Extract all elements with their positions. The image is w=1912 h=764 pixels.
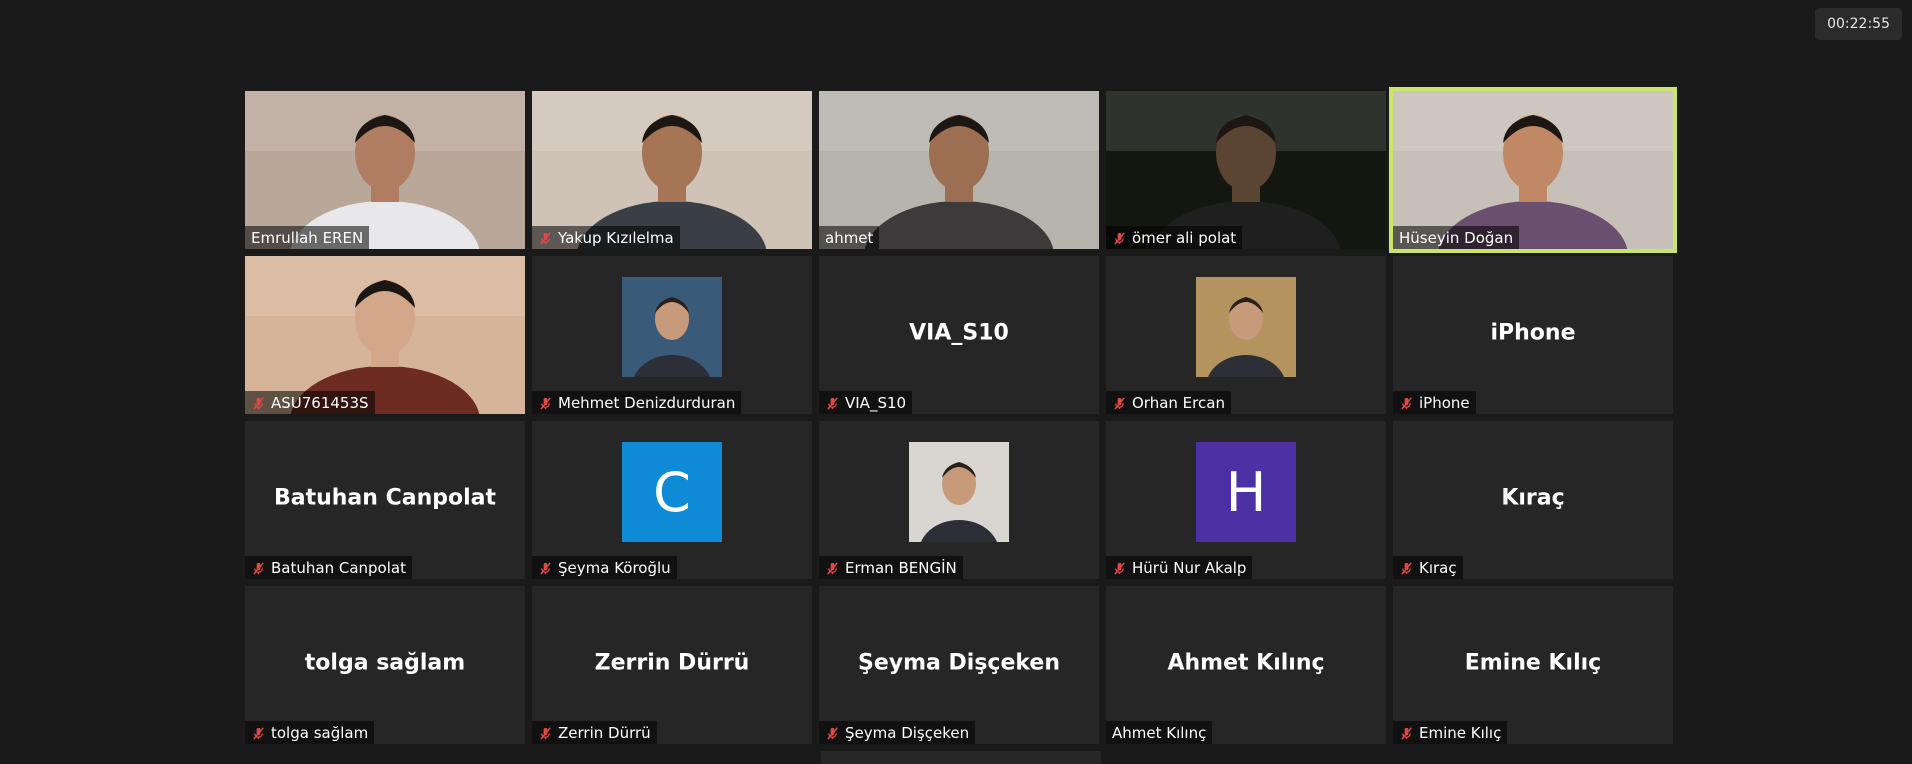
participant-name: Mehmet Denizdurduran <box>558 394 736 412</box>
participant-name: Kıraç <box>1419 559 1457 577</box>
muted-mic-icon <box>253 396 264 410</box>
participant-name: ASU761453S <box>271 394 369 412</box>
participant-name: Yakup Kızılelma <box>558 229 674 247</box>
participant-name: ahmet <box>825 229 874 247</box>
participant-display-name: Batuhan Canpolat <box>273 485 497 511</box>
participant-tile[interactable]: VIA_S10 VIA_S10 <box>819 256 1099 414</box>
participant-name: Batuhan Canpolat <box>271 559 406 577</box>
muted-mic-icon <box>827 561 838 575</box>
participant-name-plate: ASU761453S <box>245 391 375 414</box>
participant-tile[interactable]: Mehmet Denizdurduran <box>532 256 812 414</box>
participant-tile[interactable]: Emine Kılıç Emine Kılıç <box>1393 586 1673 744</box>
participant-name: iPhone <box>1419 394 1470 412</box>
muted-mic-icon <box>540 726 551 740</box>
participant-gallery: Emrullah EREN Yakup Kızılelma ahmet ömer al… <box>245 87 1677 744</box>
muted-mic-icon <box>1401 396 1412 410</box>
muted-mic-icon <box>253 561 264 575</box>
participant-name: VIA_S10 <box>845 394 907 412</box>
participant-name-plate: Erman BENGİN <box>819 556 963 579</box>
participant-name-plate: Batuhan Canpolat <box>245 556 412 579</box>
next-row-tile-peek <box>821 751 1101 764</box>
participant-name: Şeyma Köroğlu <box>558 559 671 577</box>
muted-mic-icon <box>540 231 551 245</box>
participant-name-plate: Emine Kılıç <box>1393 721 1508 744</box>
participant-tile[interactable]: tolga sağlam tolga sağlam <box>245 586 525 744</box>
participant-name: Hüseyin Doğan <box>1399 229 1514 247</box>
muted-mic-icon <box>1114 231 1125 245</box>
participant-name-plate: Şeyma Köroğlu <box>532 556 677 579</box>
participant-tile[interactable]: Şeyma Dişçeken Şeyma Dişçeken <box>819 586 1099 744</box>
participant-name-plate: Mehmet Denizdurduran <box>532 391 742 414</box>
avatar-initial: H <box>1196 442 1296 542</box>
participant-tile[interactable]: ahmet <box>819 91 1099 249</box>
participant-name: Zerrin Dürrü <box>558 724 651 742</box>
participant-name: Ahmet Kılınç <box>1112 724 1207 742</box>
participant-tile[interactable]: Ahmet Kılınç Ahmet Kılınç <box>1106 586 1386 744</box>
muted-mic-icon <box>827 726 838 740</box>
profile-picture <box>1196 277 1296 377</box>
meeting-timer: 00:22:55 <box>1815 8 1902 40</box>
avatar-initial: C <box>622 442 722 542</box>
participant-name: ömer ali polat <box>1132 229 1237 247</box>
profile-picture <box>909 442 1009 542</box>
muted-mic-icon <box>1401 561 1412 575</box>
participant-display-name: Şeyma Dişçeken <box>857 650 1061 676</box>
participant-name-plate: Kıraç <box>1393 556 1463 579</box>
muted-mic-icon <box>253 726 264 740</box>
participant-name-plate: Hüseyin Doğan <box>1393 226 1520 249</box>
participant-tile[interactable]: ASU761453S <box>245 256 525 414</box>
participant-display-name: Ahmet Kılınç <box>1167 650 1325 676</box>
participant-name: tolga sağlam <box>271 724 369 742</box>
participant-name-plate: Şeyma Dişçeken <box>819 721 976 744</box>
participant-name-plate: Zerrin Dürrü <box>532 721 657 744</box>
muted-mic-icon <box>540 561 551 575</box>
participant-tile[interactable]: H Hürü Nur Akalp <box>1106 421 1386 579</box>
participant-tile[interactable]: Yakup Kızılelma <box>532 91 812 249</box>
participant-tile[interactable]: Emrullah EREN <box>245 91 525 249</box>
participant-name-plate: Orhan Ercan <box>1106 391 1231 414</box>
participant-display-name: iPhone <box>1490 320 1576 346</box>
participant-name-plate: Yakup Kızılelma <box>532 226 680 249</box>
participant-tile[interactable]: C Şeyma Köroğlu <box>532 421 812 579</box>
participant-name-plate: ömer ali polat <box>1106 226 1243 249</box>
participant-name-plate: Hürü Nur Akalp <box>1106 556 1253 579</box>
participant-name: Şeyma Dişçeken <box>845 724 970 742</box>
participant-name-plate: tolga sağlam <box>245 721 375 744</box>
participant-tile[interactable]: iPhone iPhone <box>1393 256 1673 414</box>
participant-name: Erman BENGİN <box>845 559 957 577</box>
participant-display-name: Emine Kılıç <box>1464 650 1602 676</box>
participant-name: Emrullah EREN <box>251 229 364 247</box>
profile-picture <box>622 277 722 377</box>
muted-mic-icon <box>1401 726 1412 740</box>
muted-mic-icon <box>540 396 551 410</box>
participant-name-plate: Ahmet Kılınç <box>1106 721 1213 744</box>
participant-name-plate: VIA_S10 <box>819 391 913 414</box>
participant-name-plate: iPhone <box>1393 391 1476 414</box>
participant-tile[interactable]: Erman BENGİN <box>819 421 1099 579</box>
participant-tile[interactable]: Batuhan Canpolat Batuhan Canpolat <box>245 421 525 579</box>
participant-display-name: Kıraç <box>1501 485 1565 511</box>
participant-tile[interactable]: Orhan Ercan <box>1106 256 1386 414</box>
participant-name: Orhan Ercan <box>1132 394 1225 412</box>
participant-name-plate: ahmet <box>819 226 880 249</box>
participant-name: Hürü Nur Akalp <box>1132 559 1247 577</box>
participant-tile[interactable]: Zerrin Dürrü Zerrin Dürrü <box>532 586 812 744</box>
participant-display-name: Zerrin Dürrü <box>594 650 750 676</box>
participant-tile[interactable]: Hüseyin Doğan <box>1389 87 1677 253</box>
participant-name: Emine Kılıç <box>1419 724 1502 742</box>
muted-mic-icon <box>827 396 838 410</box>
participant-display-name: tolga sağlam <box>304 650 466 676</box>
participant-display-name: VIA_S10 <box>909 320 1009 346</box>
muted-mic-icon <box>1114 561 1125 575</box>
muted-mic-icon <box>1114 396 1125 410</box>
participant-tile[interactable]: ömer ali polat <box>1106 91 1386 249</box>
participant-tile[interactable]: Kıraç Kıraç <box>1393 421 1673 579</box>
participant-name-plate: Emrullah EREN <box>245 226 370 249</box>
